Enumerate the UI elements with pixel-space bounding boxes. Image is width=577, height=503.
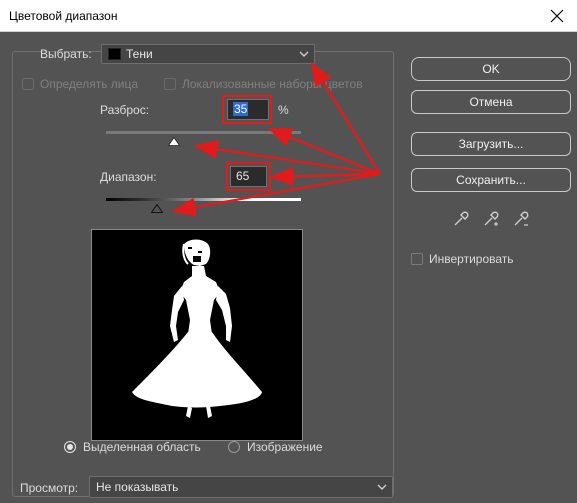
selection-radio[interactable]	[64, 441, 76, 453]
close-icon[interactable]	[545, 4, 569, 28]
detect-faces-label: Определять лица	[40, 77, 139, 91]
save-button[interactable]: Сохранить...	[411, 168, 571, 192]
invert-label: Инвертировать	[429, 252, 514, 266]
silhouette-image	[92, 230, 302, 440]
slider-thumb-icon[interactable]	[150, 204, 163, 213]
ok-button[interactable]: OK	[411, 57, 571, 81]
window-title: Цветовой диапазон	[9, 9, 118, 23]
selection-radio-label: Выделенная область	[83, 440, 201, 454]
load-button[interactable]: Загрузить...	[411, 132, 571, 156]
preview-label: Просмотр:	[20, 481, 79, 495]
preview-value: Не показывать	[96, 480, 179, 494]
highlight-box	[222, 95, 272, 124]
image-radio-label: Изображение	[247, 440, 323, 454]
slider-thumb-icon[interactable]	[168, 137, 181, 146]
dialog-body: Выбрать: Тени Определять лица Локализова…	[0, 32, 577, 503]
eyedropper-minus-icon[interactable]	[512, 210, 530, 228]
chevron-down-icon	[299, 51, 309, 57]
highlight-box	[226, 162, 271, 191]
cancel-button[interactable]: Отмена	[411, 90, 571, 114]
select-value: Тени	[126, 47, 153, 61]
detect-faces-checkbox[interactable]	[22, 78, 34, 90]
localized-checkbox[interactable]	[164, 78, 176, 90]
eyedropper-icon[interactable]	[452, 210, 470, 228]
image-radio[interactable]	[228, 441, 240, 453]
preview-dropdown[interactable]: Не показывать	[89, 476, 393, 498]
chevron-down-icon	[377, 484, 387, 490]
title-bar: Цветовой диапазон	[0, 0, 577, 32]
select-label: Выбрать:	[40, 47, 92, 61]
eyedropper-plus-icon[interactable]	[482, 210, 500, 228]
range-label: Диапазон:	[100, 170, 157, 184]
invert-checkbox[interactable]	[411, 253, 423, 265]
select-dropdown[interactable]: Тени	[101, 44, 315, 64]
fuzziness-slider[interactable]	[106, 131, 301, 134]
fuzziness-unit: %	[278, 103, 289, 117]
fuzziness-label: Разброс:	[100, 103, 150, 117]
range-slider[interactable]	[106, 198, 301, 201]
localized-label: Локализованные наборы цветов	[182, 77, 363, 91]
swatch-icon	[108, 48, 121, 60]
preview-image	[91, 229, 303, 441]
